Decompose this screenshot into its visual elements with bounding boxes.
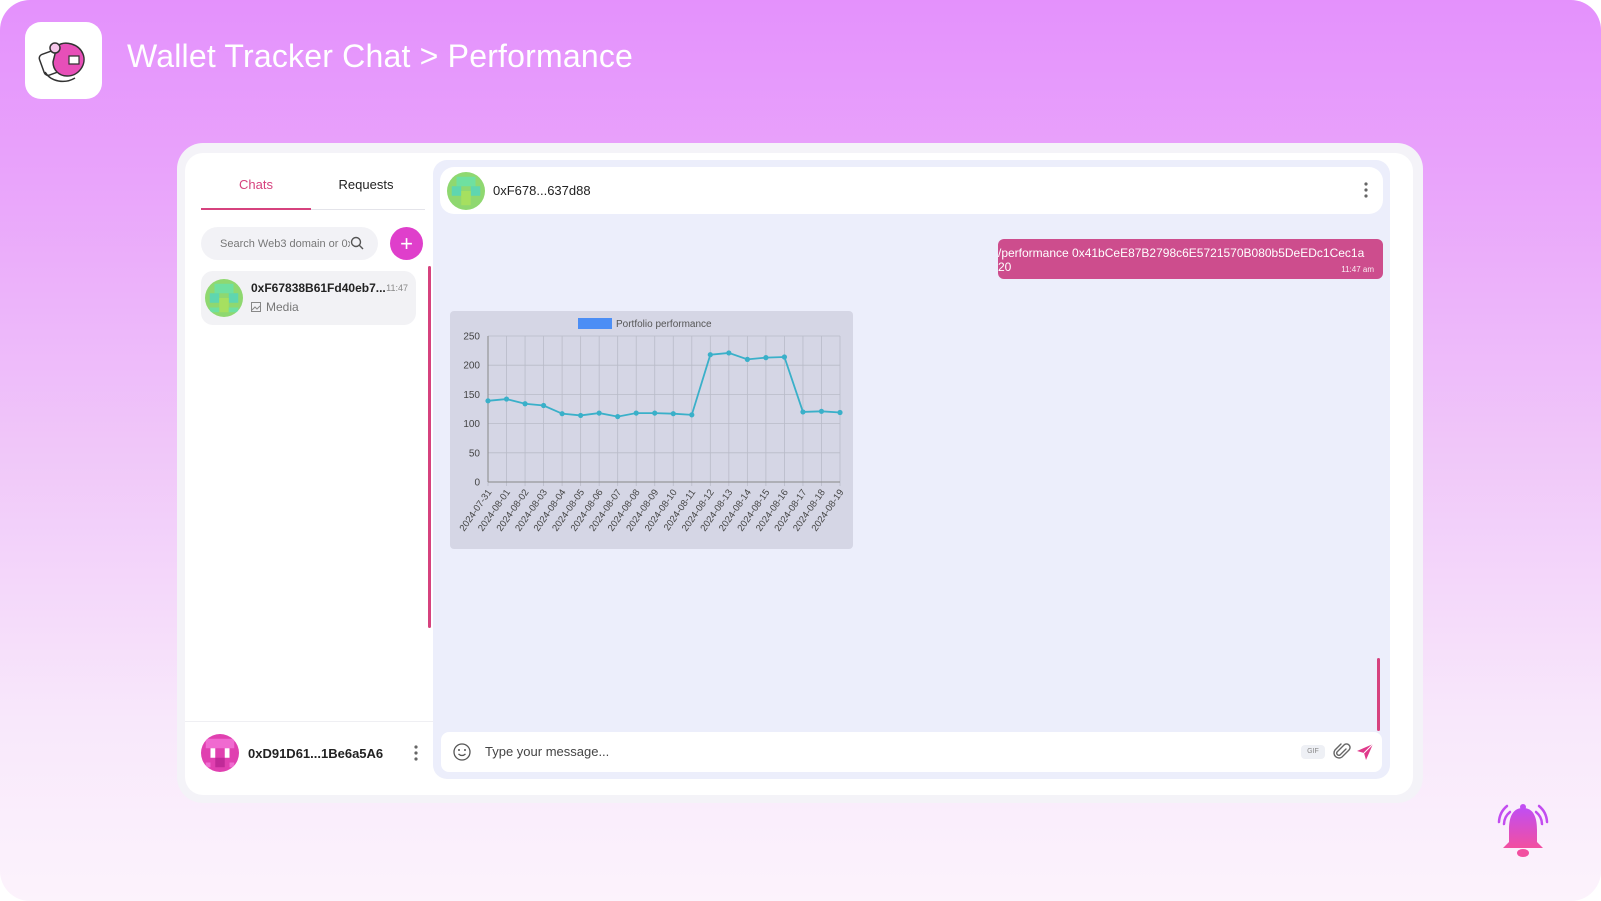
- chat-time: 11:47: [386, 283, 408, 293]
- performance-chart: Portfolio performance0501001502002502024…: [458, 318, 846, 534]
- data-point: [670, 411, 676, 417]
- sidebar-scrollbar[interactable]: [428, 266, 431, 628]
- series-line: [487, 352, 841, 418]
- data-point: [781, 354, 788, 360]
- attachment-icon[interactable]: [1333, 742, 1351, 767]
- y-tick-label: 0: [474, 478, 480, 489]
- message-text: /performance 0x41bCeE87B2798c6E5721570B0…: [998, 246, 1365, 274]
- conversation-header: 0xF678...637d88: [440, 167, 1383, 214]
- user-address: 0xD91D61...1Be6a5A6: [248, 746, 384, 761]
- data-point: [689, 412, 695, 418]
- conversation-panel: 0xF678...637d88 /performance 0x41bCeE87B…: [433, 160, 1390, 779]
- app-logo: [25, 22, 102, 99]
- search-icon[interactable]: [350, 236, 364, 255]
- plus-icon: +: [400, 230, 413, 256]
- tab-requests[interactable]: Requests: [311, 177, 421, 192]
- tab-chats[interactable]: Chats: [201, 177, 311, 192]
- current-user-bar: 0xD91D61...1Be6a5A6: [185, 721, 437, 795]
- y-tick-label: 200: [463, 361, 480, 372]
- sidebar: Chats Requests +: [185, 153, 437, 795]
- background: Wallet Tracker Chat > Performance Chats …: [0, 0, 1601, 901]
- performance-chart-image[interactable]: Portfolio performance 0 50 100 150 200 250 2024…: [450, 311, 853, 549]
- chat-preview: Media: [251, 300, 299, 314]
- image-icon: [251, 302, 261, 312]
- contact-avatar[interactable]: [447, 172, 485, 210]
- chat-list-item[interactable]: 0xF67838B61Fd40eb7... 11:47 Media: [201, 271, 416, 325]
- more-options-icon[interactable]: [413, 744, 419, 767]
- data-point: [503, 396, 510, 402]
- y-tick-label: 50: [469, 448, 481, 459]
- outgoing-message: /performance 0x41bCeE87B2798c6E5721570B0…: [998, 239, 1383, 279]
- notification-bell-icon[interactable]: [1493, 800, 1553, 867]
- data-point: [522, 401, 528, 407]
- chat-widget: Chats Requests +: [185, 153, 1413, 795]
- send-icon[interactable]: [1355, 742, 1375, 767]
- tab-divider: [311, 209, 425, 210]
- data-point: [540, 402, 547, 409]
- avatar: [205, 279, 243, 317]
- data-point: [726, 350, 732, 356]
- data-point: [633, 410, 639, 416]
- message-input[interactable]: [483, 743, 1267, 760]
- search-input[interactable]: [218, 236, 352, 251]
- data-point: [485, 398, 491, 404]
- search-box: [201, 227, 378, 260]
- contact-address: 0xF678...637d88: [493, 183, 591, 198]
- data-point: [837, 409, 843, 416]
- data-point: [652, 410, 658, 416]
- user-avatar[interactable]: [201, 734, 239, 772]
- data-point: [596, 410, 602, 416]
- y-tick-label: 100: [463, 419, 480, 430]
- data-point: [578, 412, 584, 419]
- data-point: [744, 356, 750, 362]
- chat-preview-text: Media: [266, 300, 299, 314]
- data-point: [707, 352, 713, 358]
- legend-swatch: [578, 318, 612, 329]
- data-point: [818, 408, 825, 414]
- data-point: [559, 411, 565, 417]
- conversation-scrollbar[interactable]: [1377, 658, 1380, 731]
- chat-name: 0xF67838B61Fd40eb7...: [251, 281, 386, 295]
- data-point: [615, 413, 621, 420]
- message-composer: GIF: [441, 732, 1382, 772]
- emoji-icon[interactable]: [452, 742, 472, 767]
- legend-label: Portfolio performance: [616, 319, 712, 330]
- data-point: [763, 355, 769, 361]
- y-tick-label: 150: [463, 390, 480, 401]
- data-point: [800, 409, 806, 415]
- page-title: Wallet Tracker Chat > Performance: [127, 38, 634, 74]
- y-tick-label: 250: [463, 332, 480, 343]
- new-chat-button[interactable]: +: [390, 227, 423, 260]
- message-time: 11:47 am: [1341, 265, 1374, 274]
- more-options-icon[interactable]: [1363, 181, 1369, 204]
- gif-button[interactable]: GIF: [1301, 745, 1325, 759]
- wallet-tracker-logo-icon: [38, 41, 85, 82]
- active-tab-indicator: [201, 208, 311, 210]
